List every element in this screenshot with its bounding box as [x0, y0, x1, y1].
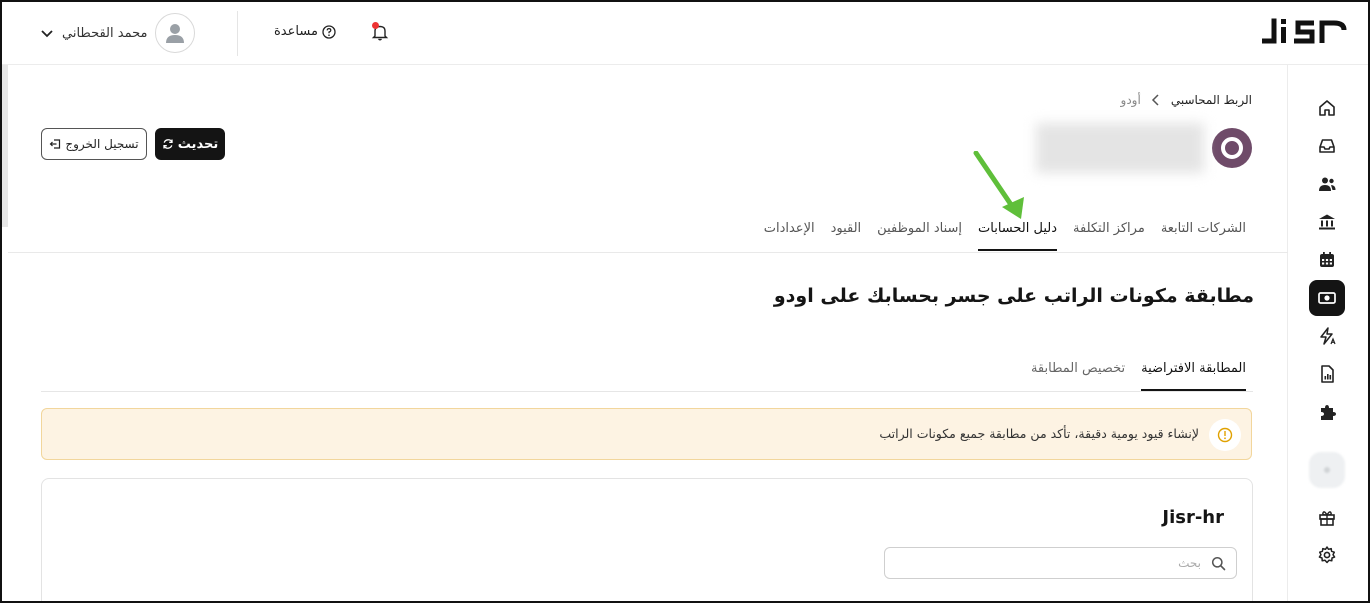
annotation-arrow: [973, 151, 1024, 219]
logout-icon: [50, 139, 61, 149]
sidebar-item-inbox[interactable]: [1309, 128, 1345, 164]
people-icon: [1319, 177, 1336, 191]
company-name-redacted: [1036, 123, 1204, 173]
jisr-logo[interactable]: [1262, 14, 1354, 48]
chevron-left-icon: [1151, 94, 1159, 106]
card-title: Jisr-hr: [1162, 507, 1224, 528]
inbox-icon: [1319, 139, 1335, 153]
automation-icon: [1320, 327, 1336, 345]
alert-text: لإنشاء قيود يومية دقيقة، تأكد من مطابقة …: [879, 426, 1199, 441]
tab-default-mapping[interactable]: المطابقة الافتراضية: [1141, 353, 1246, 391]
gift-icon: [1319, 511, 1335, 526]
subtabs-divider: [41, 391, 1253, 392]
breadcrumb: أودو الربط المحاسبي: [1121, 93, 1252, 107]
avatar[interactable]: [155, 13, 196, 53]
scroll-track[interactable]: [2, 65, 8, 227]
sidebar-item-integrations[interactable]: [1309, 394, 1345, 430]
search-box[interactable]: [884, 547, 1237, 579]
header-divider: [237, 11, 238, 56]
tab-subsidiaries[interactable]: الشركات التابعة: [1161, 213, 1246, 251]
refresh-button[interactable]: تحديث: [155, 128, 225, 160]
report-icon: [1321, 365, 1334, 383]
bank-icon: [1319, 214, 1335, 230]
tab-custom-mapping[interactable]: تخصيص المطابقة: [1031, 353, 1125, 391]
app-icon: [1324, 467, 1330, 473]
logout-button[interactable]: تسجيل الخروج: [41, 128, 147, 160]
sidebar-item-settings[interactable]: [1309, 537, 1345, 573]
mapping-card: Jisr-hr: [41, 478, 1253, 601]
payroll-icon: [1318, 292, 1336, 304]
sidebar-item-reports[interactable]: [1309, 356, 1345, 392]
refresh-label: تحديث: [177, 136, 219, 152]
app-window: محمد القحطاني مساعدة أودو الربط المحاسبي…: [0, 0, 1370, 603]
tab-cost-centers[interactable]: مراكز التكلفة: [1073, 213, 1145, 251]
sidebar-item-people[interactable]: [1309, 166, 1345, 202]
user-menu[interactable]: محمد القحطاني: [40, 13, 196, 53]
tab-settings[interactable]: الإعدادات: [764, 213, 815, 251]
sidebar-item-automation[interactable]: [1309, 318, 1345, 354]
question-icon: [322, 24, 336, 39]
tab-journal-entries[interactable]: القيود: [831, 213, 862, 251]
main-content: أودو الربط المحاسبي تحديث تسجيل الخروج ا…: [2, 65, 1288, 601]
warning-alert: لإنشاء قيود يومية دقيقة، تأكد من مطابقة …: [41, 408, 1252, 460]
home-icon: [1319, 100, 1335, 116]
notification-dot: [372, 22, 379, 29]
breadcrumb-parent[interactable]: الربط المحاسبي: [1171, 93, 1252, 107]
tabs-divider: [8, 252, 1288, 253]
user-name: محمد القحطاني: [62, 25, 148, 41]
search-input[interactable]: [895, 555, 1203, 571]
puzzle-icon: [1321, 405, 1336, 420]
breadcrumb-current: أودو: [1120, 93, 1141, 107]
logout-label: تسجيل الخروج: [65, 137, 139, 151]
tab-employee-assignment[interactable]: إسناد الموظفين: [877, 213, 962, 251]
sidebar-item-payroll[interactable]: [1309, 280, 1345, 316]
sidebar-item-app[interactable]: [1309, 452, 1345, 488]
sidebar-item-rewards[interactable]: [1309, 500, 1345, 536]
search-icon: [1211, 556, 1226, 570]
notifications-button[interactable]: [370, 22, 390, 42]
sidebar-item-calendar[interactable]: [1309, 242, 1345, 278]
chevron-down-icon: [41, 30, 53, 38]
right-sidebar: [1287, 65, 1368, 601]
company-logo: [1212, 128, 1252, 168]
page-title: مطابقة مكونات الراتب على جسر بحسابك على …: [773, 285, 1254, 307]
alert-icon-wrap: [1209, 419, 1241, 451]
help-link[interactable]: مساعدة: [274, 24, 336, 39]
top-header: محمد القحطاني مساعدة: [2, 2, 1368, 65]
warning-icon: [1217, 427, 1233, 443]
refresh-icon: [163, 139, 173, 149]
mapping-tabs: المطابقة الافتراضية تخصيص المطابقة: [1031, 353, 1246, 391]
gear-icon: [1318, 546, 1336, 564]
sidebar-item-bank[interactable]: [1309, 204, 1345, 240]
help-label: مساعدة: [274, 24, 318, 39]
calendar-icon: [1320, 252, 1334, 267]
user-icon: [166, 24, 185, 43]
sidebar-item-home[interactable]: [1309, 90, 1345, 126]
